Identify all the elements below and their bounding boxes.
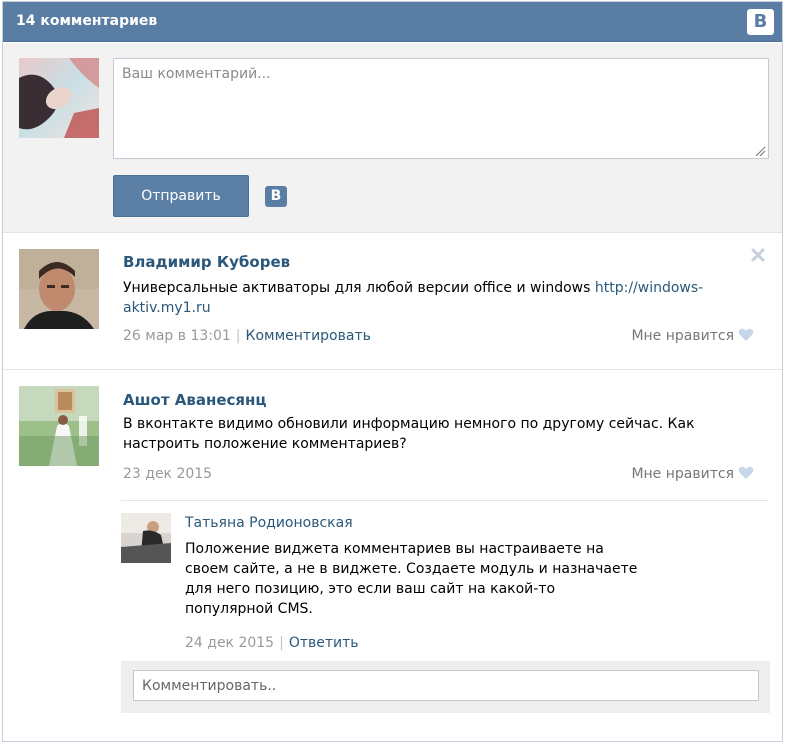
like-button[interactable]: Мне нравится [631, 466, 754, 482]
heart-icon [738, 466, 754, 479]
widget-header: 14 комментариев В [3, 2, 782, 42]
vk-share-icon[interactable]: В [265, 186, 287, 207]
reply-input[interactable] [133, 670, 759, 701]
current-user-avatar [19, 58, 99, 138]
comment-reply-link[interactable]: Комментировать [246, 328, 371, 344]
reply-answer-link[interactable]: Ответить [289, 635, 359, 651]
reply-author[interactable]: Татьяна Родионовская [185, 515, 353, 531]
comment-input[interactable] [113, 58, 769, 159]
comments-count-title: 14 комментариев [16, 13, 158, 29]
comment-body: Универсальные активаторы для любой верси… [123, 280, 595, 296]
reply-divider [121, 500, 768, 501]
comment-author[interactable]: Владимир Куборев [123, 253, 290, 271]
commenter-avatar[interactable] [19, 249, 99, 329]
comment-meta: 23 дек 2015 [123, 466, 212, 482]
comment-author[interactable]: Ашот Аванесянц [123, 391, 267, 409]
comment-item: Владимир Куборев Универсальные активатор… [3, 234, 782, 369]
commenter-avatar[interactable] [19, 386, 99, 466]
compose-area: Отправить В [3, 43, 782, 233]
reply-author-avatar[interactable] [121, 513, 171, 563]
close-icon[interactable] [750, 247, 766, 263]
like-label: Мне нравится [631, 328, 734, 344]
vk-logo-icon[interactable]: В [747, 9, 774, 35]
reply-meta: 24 дек 2015 | Ответить [185, 635, 359, 651]
like-button[interactable]: Мне нравится [631, 328, 754, 344]
comment-date[interactable]: 23 дек 2015 [123, 466, 212, 482]
comment-meta: 26 мар в 13:01 | Комментировать [123, 328, 371, 344]
send-button[interactable]: Отправить [113, 175, 249, 217]
comments-widget: 14 комментариев В Отправить В [2, 1, 783, 742]
comment-text: Универсальные активаторы для любой верси… [123, 278, 763, 318]
comment-date[interactable]: 26 мар в 13:01 [123, 328, 231, 344]
reply-box [121, 661, 770, 713]
comment-text: В вконтакте видимо обновили информацию н… [123, 416, 695, 452]
like-label: Мне нравится [631, 466, 734, 482]
reply-date[interactable]: 24 дек 2015 [185, 635, 274, 651]
resize-handle-icon[interactable] [755, 146, 766, 157]
heart-icon [738, 328, 754, 341]
reply-text: Положение виджета комментариев вы настра… [185, 541, 638, 617]
